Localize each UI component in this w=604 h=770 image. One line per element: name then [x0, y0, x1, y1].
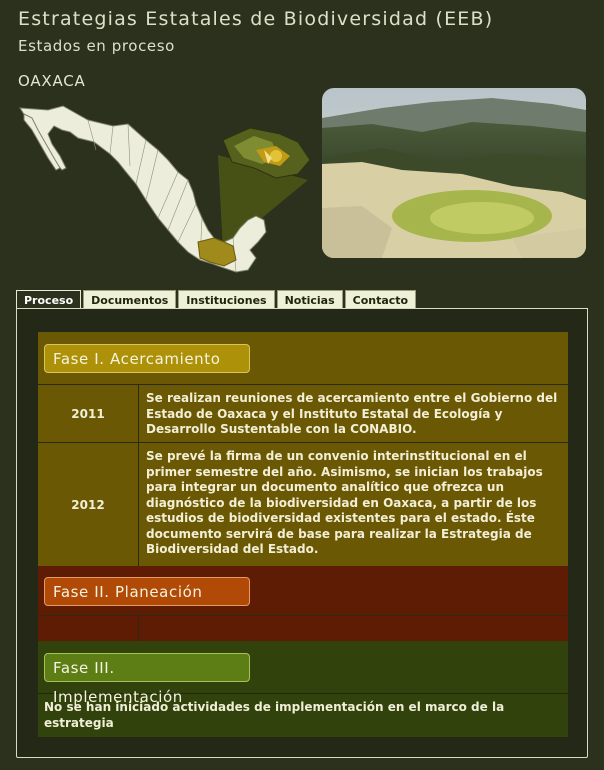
tab-bar: Proceso Documentos Instituciones Noticia… — [16, 290, 417, 310]
phase-3-section: Fase III. Implementación No se han inici… — [38, 641, 568, 737]
tab-documentos[interactable]: Documentos — [83, 290, 177, 309]
phase-1-section: Fase I. Acercamiento 2011 Se realizan re… — [38, 332, 568, 566]
table-row — [38, 615, 568, 641]
table-row: 2012 Se prevé la firma de un convenio in… — [38, 442, 568, 566]
phase-1-header: Fase I. Acercamiento — [38, 332, 568, 384]
phase-2-header: Fase II. Planeación — [38, 566, 568, 615]
phase-1-button[interactable]: Fase I. Acercamiento — [44, 344, 250, 373]
year-cell: 2011 — [38, 385, 139, 442]
tab-noticias[interactable]: Noticias — [276, 290, 343, 309]
phase-3-button[interactable]: Fase III. Implementación — [44, 653, 250, 706]
year-cell — [38, 616, 139, 641]
tab-proceso[interactable]: Proceso — [16, 290, 82, 310]
state-name: OAXACA — [18, 72, 86, 90]
phases-table: Fase I. Acercamiento 2011 Se realizan re… — [38, 332, 568, 737]
landscape-photo — [322, 88, 586, 258]
description-cell: Se prevé la firma de un convenio interin… — [146, 449, 543, 556]
year-cell: 2012 — [38, 443, 139, 566]
mexico-map — [19, 105, 311, 273]
table-row: 2011 Se realizan reuniones de acercamien… — [38, 384, 568, 442]
description-cell: Se realizan reuniones de acercamiento en… — [146, 391, 558, 436]
phase-2-button[interactable]: Fase II. Planeación — [44, 577, 250, 606]
phase-3-header: Fase III. Implementación — [38, 641, 568, 706]
tab-panel: Fase I. Acercamiento 2011 Se realizan re… — [16, 308, 588, 758]
description-cell — [139, 616, 568, 641]
tab-instituciones[interactable]: Instituciones — [178, 290, 275, 309]
tab-contacto[interactable]: Contacto — [344, 290, 417, 309]
page-title: Estrategias Estatales de Biodiversidad (… — [18, 8, 494, 30]
phase-2-section: Fase II. Planeación — [38, 566, 568, 641]
page-subtitle: Estados en proceso — [18, 37, 175, 55]
